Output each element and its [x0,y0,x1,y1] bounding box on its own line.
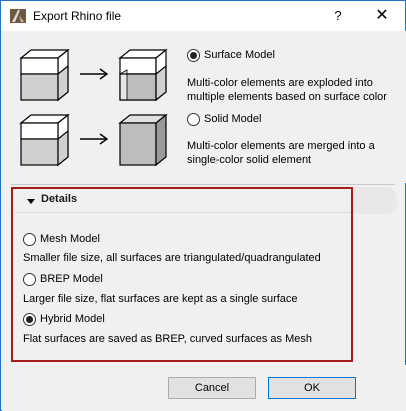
title-bar: Export Rhino file ? ✕ [1,1,405,31]
export-rhino-dialog: Export Rhino file ? ✕ Surface Model Mult… [0,0,406,411]
dialog-button-bar: Cancel OK [2,365,406,411]
solid-model-description-line2: single-color solid element [187,154,312,166]
solid-model-illustration [19,113,168,167]
brep-model-label[interactable]: BREP Model [40,273,103,285]
window-title: Export Rhino file [33,9,122,23]
hybrid-model-description: Flat surfaces are saved as BREP, curved … [23,333,312,345]
solid-model-label[interactable]: Solid Model [204,113,261,125]
hybrid-model-radio[interactable] [23,313,36,326]
solid-model-radio[interactable] [187,113,200,126]
separator [11,184,395,185]
details-header-divider [15,212,351,213]
solid-model-description-line1: Multi-color elements are merged into a [187,140,375,152]
surface-model-description: Multi-color elements are exploded into m… [187,76,387,104]
mesh-model-radio[interactable] [23,233,36,246]
details-panel: Details Mesh Model Smaller file size, al… [11,187,353,362]
close-button[interactable]: ✕ [370,4,394,28]
surface-model-radio[interactable] [187,49,200,62]
surface-model-description-line1: Multi-color elements are exploded into [187,77,373,89]
solid-model-description: Multi-color elements are merged into a s… [187,139,375,167]
mesh-model-description: Smaller file size, all surfaces are tria… [23,252,321,264]
details-header[interactable]: Details [41,193,77,205]
surface-model-illustration [19,48,168,102]
surface-model-label[interactable]: Surface Model [204,49,275,61]
brep-model-radio[interactable] [23,273,36,286]
brep-model-description: Larger file size, flat surfaces are kept… [23,293,298,305]
export-type-panel: Surface Model Multi-color elements are e… [2,31,406,183]
expand-triangle-icon[interactable] [27,199,35,204]
surface-model-description-line2: multiple elements based on surface color [187,91,387,103]
ok-button[interactable]: OK [268,377,356,399]
help-button[interactable]: ? [326,4,350,28]
hybrid-model-label[interactable]: Hybrid Model [40,313,105,325]
cancel-button[interactable]: Cancel [168,377,256,399]
mesh-model-label[interactable]: Mesh Model [40,233,100,245]
details-header-rail [353,187,397,214]
archicad-app-icon [10,9,26,23]
